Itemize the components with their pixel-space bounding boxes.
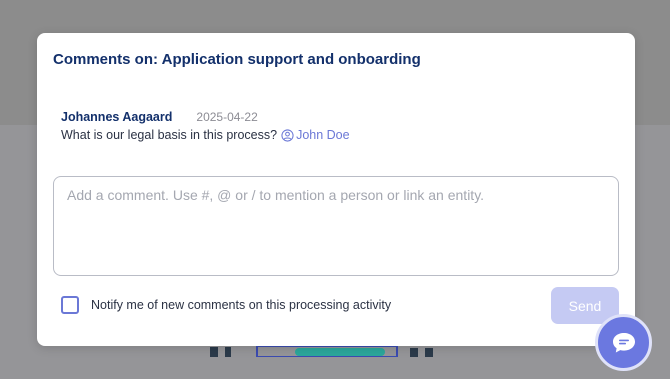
notify-label: Notify me of new comments on this proces… — [91, 298, 392, 312]
background-illustration — [210, 345, 433, 357]
comment-input[interactable] — [53, 176, 619, 276]
comment-text: What is our legal basis in this process? — [61, 128, 278, 142]
comment-item: Johannes Aagaard 2025-04-22 What is our … — [61, 110, 601, 142]
comment-date: 2025-04-22 — [196, 110, 258, 124]
comment-author: Johannes Aagaard — [61, 110, 173, 124]
notify-checkbox[interactable] — [61, 296, 79, 314]
mention-name: John Doe — [296, 128, 350, 142]
chat-bubble-icon — [612, 332, 635, 352]
comments-modal: Comments on: Application support and onb… — [37, 33, 635, 346]
modal-title: Comments on: Application support and onb… — [53, 51, 421, 68]
chat-widget-button[interactable] — [595, 314, 652, 371]
mention-link[interactable]: John Doe — [281, 128, 350, 142]
notify-option[interactable]: Notify me of new comments on this proces… — [61, 296, 391, 314]
user-circle-icon — [281, 128, 294, 142]
